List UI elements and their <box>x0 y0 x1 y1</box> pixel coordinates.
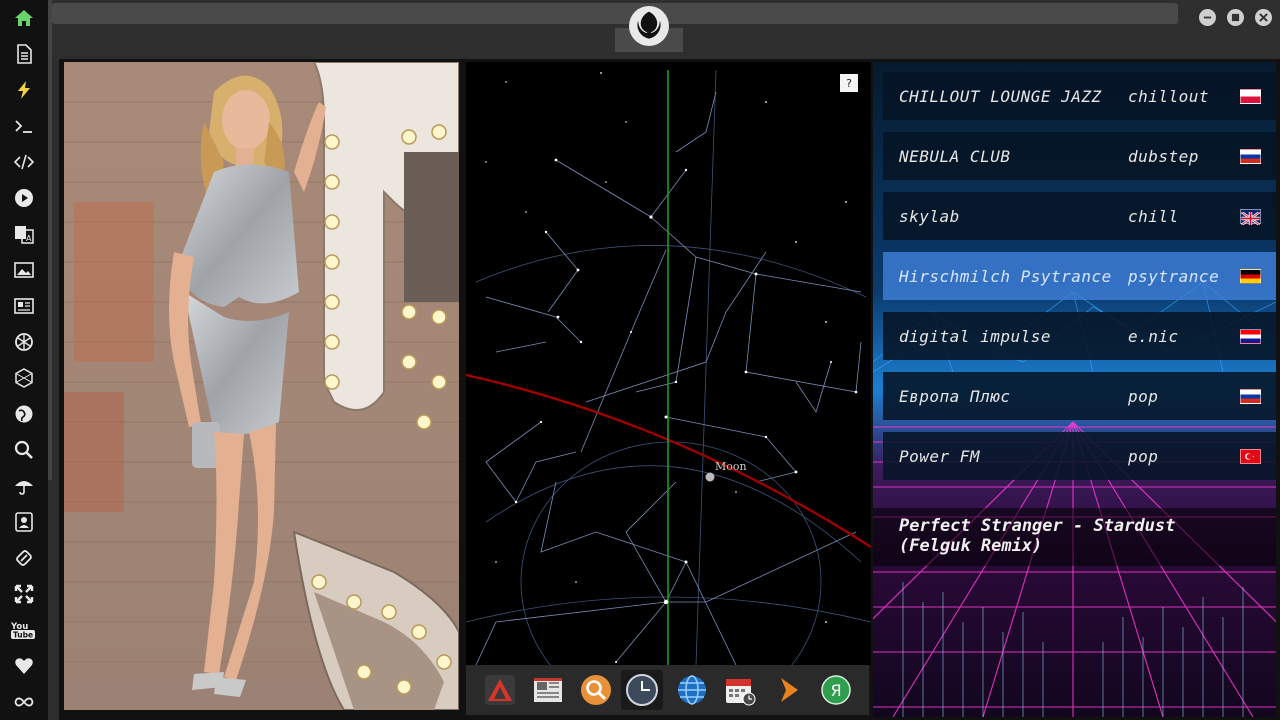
heart-icon[interactable] <box>12 654 36 678</box>
star-chart: Moon <box>466 69 871 665</box>
russia-flag-icon <box>1240 148 1261 164</box>
search-icon[interactable] <box>12 438 36 462</box>
aurora-app-icon[interactable] <box>479 670 521 710</box>
svg-text:A: A <box>26 234 32 243</box>
station-genre: chillout <box>1128 86 1210 106</box>
close-button[interactable] <box>1255 9 1272 26</box>
station-name: NEBULA CLUB <box>899 146 1011 166</box>
station-name: skylab <box>899 206 960 226</box>
station-name: CHILLOUT LOUNGE JAZZ <box>899 86 1102 106</box>
station-item[interactable]: Power FM pop <box>883 432 1276 480</box>
contact-icon[interactable] <box>12 510 36 534</box>
station-item-selected[interactable]: Hirschmilch Psytrance psytrance <box>883 252 1276 300</box>
station-genre: e.nic <box>1128 326 1179 346</box>
yandex-letter: Я <box>830 681 841 700</box>
croatia-flag-icon <box>1240 328 1261 344</box>
lightning-icon[interactable] <box>12 78 36 102</box>
minimize-button[interactable] <box>1199 9 1216 26</box>
document-icon[interactable] <box>12 42 36 66</box>
turkey-flag-icon <box>1240 448 1261 464</box>
link-icon[interactable] <box>12 546 36 570</box>
russia-flag-icon <box>1240 388 1261 404</box>
station-item[interactable]: skylab chill <box>883 192 1276 240</box>
sky-map[interactable]: Moon <box>466 62 871 665</box>
station-genre: pop <box>1128 386 1159 406</box>
news-app-icon[interactable] <box>527 670 569 710</box>
help-button[interactable]: ? <box>840 74 858 92</box>
search-app-icon[interactable] <box>575 670 617 710</box>
station-genre: psytrance <box>1128 266 1220 286</box>
calendar-app-icon[interactable] <box>719 670 761 710</box>
terminal-icon[interactable] <box>12 114 36 138</box>
clock-app-icon[interactable] <box>621 670 663 710</box>
home-icon[interactable] <box>12 6 36 30</box>
station-genre: chill <box>1128 206 1179 226</box>
station-item[interactable]: CHILLOUT LOUNGE JAZZ chillout <box>883 72 1276 120</box>
station-name: Европа Плюс <box>899 386 1011 406</box>
youtube-icon[interactable]: You Tube <box>11 618 37 642</box>
umbrella-icon[interactable] <box>12 474 36 498</box>
yandex-app-icon[interactable]: Я <box>815 670 857 710</box>
news-icon[interactable] <box>12 294 36 318</box>
station-item[interactable]: NEBULA CLUB dubstep <box>883 132 1276 180</box>
fashion-photo <box>64 62 459 710</box>
play-icon[interactable] <box>12 186 36 210</box>
rebel-alliance-logo[interactable] <box>629 6 669 46</box>
svg-text:Tube: Tube <box>13 631 33 640</box>
moon-marker <box>705 472 715 482</box>
maximize-button[interactable] <box>1227 9 1244 26</box>
code-icon[interactable] <box>12 150 36 174</box>
globe-icon[interactable] <box>12 402 36 426</box>
station-genre: dubstep <box>1128 146 1199 166</box>
translate-icon[interactable]: A <box>12 222 36 246</box>
station-name: Power FM <box>899 446 981 466</box>
infinity-icon[interactable] <box>12 690 36 714</box>
hexagon-icon[interactable] <box>12 366 36 390</box>
play-app-icon[interactable] <box>767 670 809 710</box>
globe-app-icon[interactable] <box>671 670 713 710</box>
station-name: digital impulse <box>899 326 1051 346</box>
photo-panel[interactable] <box>64 62 459 710</box>
germany-flag-icon <box>1240 268 1261 284</box>
image-icon[interactable] <box>12 258 36 282</box>
rebel-icon[interactable] <box>12 330 36 354</box>
station-item[interactable]: digital impulse e.nic <box>883 312 1276 360</box>
radio-panel: CHILLOUT LOUNGE JAZZ chillout NEBULA CLU… <box>873 62 1276 717</box>
station-item[interactable]: Европа Плюс pop <box>883 372 1276 420</box>
sidebar-scrollbar[interactable] <box>48 0 52 480</box>
poland-flag-icon <box>1240 88 1261 104</box>
now-playing-track: Perfect Stranger - Stardust (Felguk Remi… <box>873 508 1276 566</box>
station-name: Hirschmilch Psytrance <box>899 266 1112 286</box>
sidebar: A You Tube <box>0 0 48 720</box>
uk-flag-icon <box>1240 208 1261 226</box>
moon-label: Moon <box>715 460 747 473</box>
app-dock: Я <box>466 665 869 715</box>
address-bar[interactable] <box>52 3 1178 24</box>
station-genre: pop <box>1128 446 1159 466</box>
expand-icon[interactable] <box>12 582 36 606</box>
